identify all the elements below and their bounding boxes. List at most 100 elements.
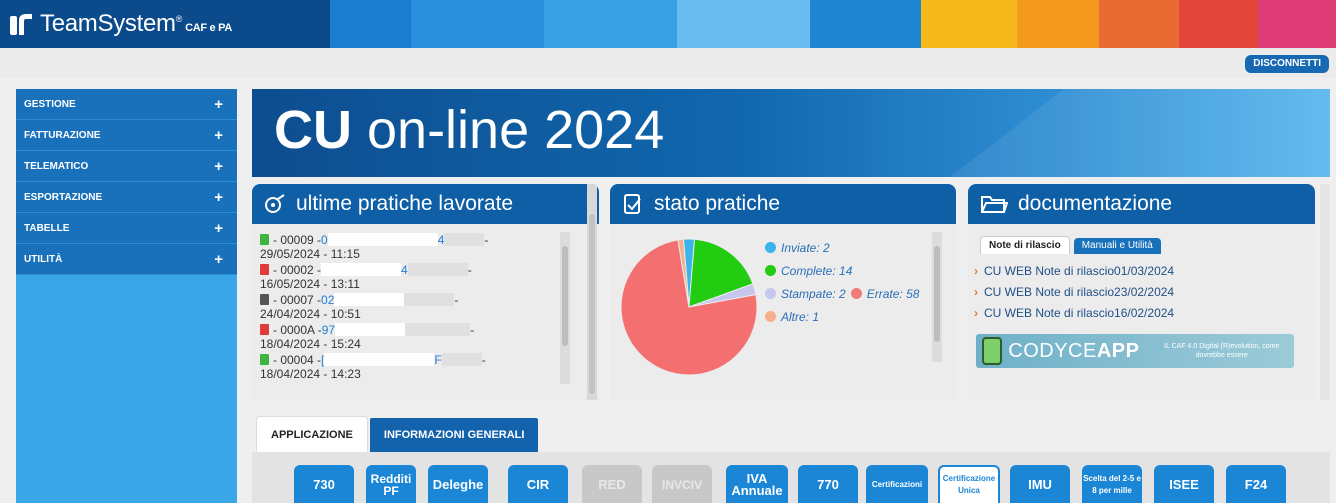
chart-scrollbar[interactable] bbox=[932, 232, 942, 362]
release-note-link[interactable]: › CU WEB Note di rilascio 01/03/2024 bbox=[974, 260, 1174, 281]
legend-label: Inviate: 2 bbox=[781, 240, 830, 255]
tab-informazioni-generali[interactable]: INFORMAZIONI GENERALI bbox=[369, 418, 539, 452]
plus-icon[interactable]: + bbox=[214, 96, 223, 113]
legend-row: Complete: 14 bbox=[765, 259, 919, 282]
practice-id: - 00004 - bbox=[273, 352, 322, 367]
legend-swatch bbox=[850, 288, 862, 299]
codyce-app-banner[interactable]: CODYCEAPP IL CAF 4.0 Digital (R)evolutio… bbox=[976, 334, 1294, 368]
header-stripe-segment bbox=[1016, 0, 1099, 48]
sidebar-item-utilità[interactable]: UTILITÀ + bbox=[16, 244, 237, 275]
sidebar-item-label: GESTIONE bbox=[24, 98, 76, 110]
app-button-certificazioni[interactable]: Certificazioni bbox=[866, 465, 928, 503]
toolbar: DISCONNETTI bbox=[0, 48, 1336, 78]
phone-icon bbox=[982, 337, 1003, 365]
app-button-cir[interactable]: CIR bbox=[508, 465, 568, 503]
app-button-730[interactable]: 730 bbox=[294, 465, 354, 503]
sidebar-item-label: UTILITÀ bbox=[24, 253, 63, 265]
sidebar-item-label: FATTURAZIONE bbox=[24, 129, 101, 141]
app-button-imu[interactable]: IMU bbox=[1010, 465, 1070, 503]
legend-swatch bbox=[765, 288, 776, 299]
app-button-iva-annuale[interactable]: IVA Annuale bbox=[726, 465, 788, 503]
plus-icon[interactable]: + bbox=[214, 251, 223, 268]
practice-date: 24/04/2024 - 10:51 bbox=[260, 307, 361, 321]
app-button-deleghe[interactable]: Deleghe bbox=[428, 465, 488, 503]
legend-swatch bbox=[765, 311, 776, 322]
document-stack-icon bbox=[622, 193, 644, 215]
app-button-f24[interactable]: F24 bbox=[1226, 465, 1286, 503]
release-note-title: CU WEB Note di rilascio bbox=[984, 305, 1115, 320]
practice-date: 16/05/2024 - 13:11 bbox=[260, 277, 360, 291]
app-button-isee[interactable]: ISEE bbox=[1154, 465, 1214, 503]
practice-date: 18/04/2024 - 15:24 bbox=[260, 337, 361, 351]
panel-scrollbar[interactable] bbox=[587, 184, 597, 400]
release-note-date: 23/02/2024 bbox=[1114, 284, 1175, 299]
list-item[interactable]: - 00002 - 4 - 16/05/2024 - 13:11 bbox=[260, 262, 550, 291]
chevron-right-icon: › bbox=[974, 284, 978, 299]
promo-name: CODYCEAPP bbox=[1008, 339, 1140, 362]
sidebar-item-gestione[interactable]: GESTIONE + bbox=[16, 89, 237, 120]
separator: - bbox=[454, 292, 459, 307]
panel-title: ultime pratiche lavorate bbox=[296, 192, 514, 215]
recent-practices-list: - 00009 - 0 4 - 29/05/2024 - 11:15 - 00002… bbox=[260, 232, 550, 382]
app-button-770[interactable]: 770 bbox=[798, 465, 858, 503]
tab-applicazione[interactable]: APPLICAZIONE bbox=[256, 416, 368, 452]
promo-tagline: IL CAF 4.0 Digital (R)evolution, come do… bbox=[1164, 343, 1280, 359]
bottom-tabs: APPLICAZIONE INFORMAZIONI GENERALI bbox=[256, 416, 539, 452]
sidebar-item-tabelle[interactable]: TABELLE + bbox=[16, 213, 237, 244]
practice-id: - 00007 - bbox=[273, 292, 322, 307]
plus-icon[interactable]: + bbox=[214, 220, 223, 237]
list-item[interactable]: - 00004 - [F -18/04/2024 - 14:23 bbox=[260, 352, 550, 381]
sidebar-item-label: TELEMATICO bbox=[24, 160, 89, 172]
practice-ref-tail: F bbox=[434, 352, 442, 367]
practice-date: 29/05/2024 - 11:15 bbox=[260, 247, 360, 261]
header-stripe-segment bbox=[1178, 0, 1259, 48]
tab-manuals[interactable]: Manuali e Utilità bbox=[1073, 238, 1161, 254]
disconnect-button[interactable]: DISCONNETTI bbox=[1245, 55, 1329, 73]
pdf-file-icon bbox=[260, 264, 269, 275]
plus-icon[interactable]: + bbox=[214, 189, 223, 206]
tab-release-notes[interactable]: Note di rilascio bbox=[980, 236, 1070, 254]
list-scrollbar[interactable] bbox=[560, 232, 570, 384]
redacted-value bbox=[321, 263, 402, 276]
folder-icon bbox=[980, 193, 1008, 215]
release-note-link[interactable]: › CU WEB Note di rilascio 16/02/2024 bbox=[974, 302, 1174, 323]
header-stripe-segment bbox=[544, 0, 678, 48]
separator: - bbox=[470, 322, 475, 337]
panel-header: stato pratiche bbox=[610, 184, 956, 224]
practice-ref-link[interactable]: 02 bbox=[321, 293, 334, 307]
banner-decoration bbox=[950, 89, 1330, 177]
release-note-link[interactable]: › CU WEB Note di rilascio 23/02/2024 bbox=[974, 281, 1174, 302]
panel-header: ultime pratiche lavorate bbox=[252, 184, 599, 224]
page-scrollbar[interactable] bbox=[1320, 184, 1330, 400]
xls-file-icon bbox=[260, 354, 269, 365]
release-note-date: 16/02/2024 bbox=[1114, 305, 1175, 320]
documentation-panel: documentazione Note di rilascio Manuali … bbox=[968, 184, 1315, 400]
redacted-value bbox=[407, 263, 468, 276]
header-color-stripe bbox=[330, 0, 1336, 48]
list-item[interactable]: - 0000A - 97 - 18/04/2024 - 15:24 bbox=[260, 322, 550, 351]
app-button-invciv: INVCIV bbox=[652, 465, 712, 503]
release-note-date: 01/03/2024 bbox=[1114, 263, 1175, 278]
plus-icon[interactable]: + bbox=[214, 127, 223, 144]
legend-swatch bbox=[765, 265, 776, 276]
app-button-redditi-pf[interactable]: Redditi PF bbox=[366, 465, 416, 503]
header-stripe-segment bbox=[1098, 0, 1179, 48]
header-stripe-segment bbox=[677, 0, 811, 48]
panel-title: stato pratiche bbox=[654, 192, 781, 215]
app-button-certificazione-unica[interactable]: Certificazione Unica bbox=[938, 465, 1000, 503]
sidebar-item-telematico[interactable]: TELEMATICO + bbox=[16, 151, 237, 182]
printer-icon bbox=[260, 294, 269, 305]
practice-ref-link[interactable]: 0 bbox=[321, 233, 328, 247]
sidebar-item-esportazione[interactable]: ESPORTAZIONE + bbox=[16, 182, 237, 213]
sidebar-item-fatturazione[interactable]: FATTURAZIONE + bbox=[16, 120, 237, 151]
legend-label: Altre: 1 bbox=[781, 309, 820, 324]
list-item[interactable]: - 00007 - 02 - 24/04/2024 - 10:51 bbox=[260, 292, 550, 321]
legend-row: Inviate: 2 bbox=[765, 236, 919, 259]
app-button-scelta-del-2-5-e-8-per-mille[interactable]: Scelta del 2-5 e 8 per mille bbox=[1082, 465, 1142, 503]
list-item[interactable]: - 00009 - 0 4 - 29/05/2024 - 11:15 bbox=[260, 232, 550, 261]
plus-icon[interactable]: + bbox=[214, 158, 223, 175]
practice-ref-link[interactable]: 97 bbox=[322, 323, 335, 337]
magnifier-search-icon bbox=[264, 193, 286, 215]
app-button-red: RED bbox=[582, 465, 642, 503]
practice-ref-tail: 4 bbox=[437, 232, 445, 247]
